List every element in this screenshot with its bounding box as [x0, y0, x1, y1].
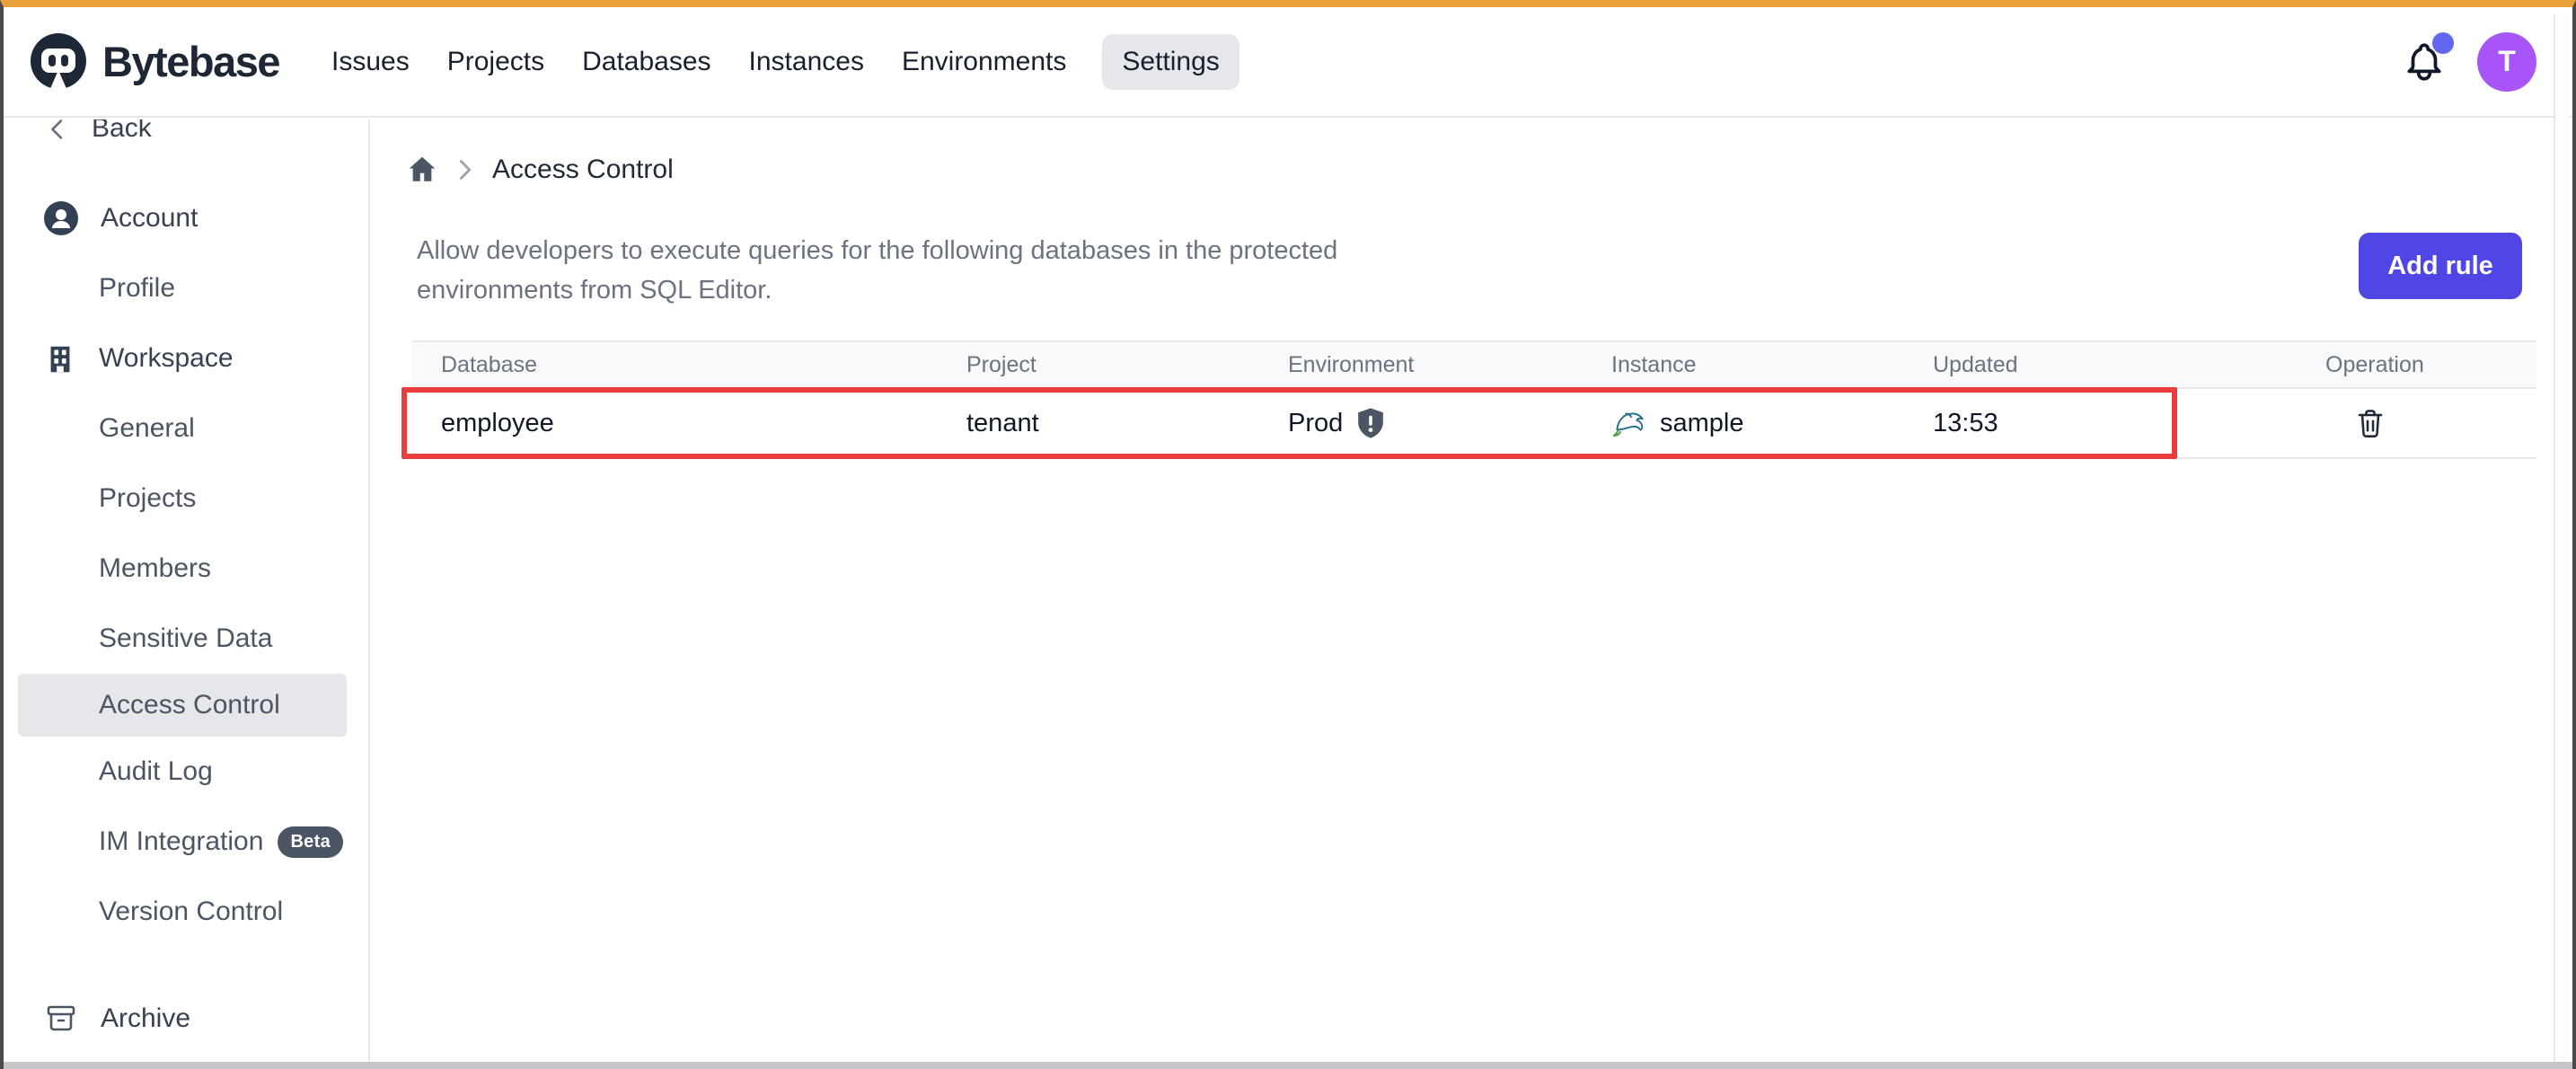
instance-name: sample [1660, 409, 1744, 438]
sidebar-item-label: General [99, 413, 195, 444]
cell-operation [2297, 407, 2536, 439]
notification-bell-button[interactable] [2402, 40, 2447, 84]
column-header-updated: Updated [1904, 352, 2297, 378]
sidebar-section-workspace: Workspace [4, 323, 368, 393]
sidebar-item-profile[interactable]: Profile [4, 253, 368, 323]
settings-sidebar: Back Account Profile [4, 119, 370, 1062]
table-header-row: Database Project Environment Instance Up… [412, 340, 2536, 389]
column-header-project: Project [938, 352, 1259, 378]
add-rule-button[interactable]: Add rule [2359, 233, 2522, 299]
brand-name: Bytebase [102, 37, 279, 86]
nav-item-projects[interactable]: Projects [446, 34, 546, 90]
cell-instance: sample [1583, 404, 1904, 442]
top-navigation-bar: Bytebase Issues Projects Databases Insta… [4, 7, 2572, 118]
building-icon [43, 341, 77, 375]
main-content: Access Control Allow developers to execu… [374, 127, 2572, 1062]
nav-item-databases[interactable]: Databases [580, 34, 712, 90]
column-header-instance: Instance [1583, 352, 1904, 378]
sidebar-section-account: Account [4, 183, 368, 253]
nav-item-instances[interactable]: Instances [747, 34, 866, 90]
sidebar-item-sensitive-data[interactable]: Sensitive Data [4, 604, 368, 674]
sidebar-item-im-integration[interactable]: IM Integration Beta [4, 807, 368, 877]
mysql-dolphin-icon [1611, 404, 1649, 442]
sidebar-item-version-control[interactable]: Version Control [4, 877, 368, 947]
main-nav: Issues Projects Databases Instances Envi… [330, 34, 1239, 90]
nav-item-issues[interactable]: Issues [330, 34, 411, 90]
breadcrumb: Access Control [406, 154, 674, 186]
sidebar-item-label: Access Control [99, 690, 280, 720]
column-header-database: Database [412, 352, 938, 378]
back-label: Back [92, 119, 152, 144]
notification-dot [2432, 32, 2454, 54]
page-description: Allow developers to execute queries for … [417, 231, 1450, 310]
sidebar-item-label: Sensitive Data [99, 623, 272, 654]
cell-updated: 13:53 [1904, 409, 2297, 438]
sidebar-menu: Account Profile Workspace [4, 183, 368, 947]
table-row: employee tenant Prod [412, 389, 2536, 459]
cell-project: tenant [938, 409, 1259, 438]
horizontal-scrollbar[interactable] [4, 1062, 2572, 1069]
back-button[interactable]: Back [4, 119, 368, 150]
sidebar-item-archive[interactable]: Archive [4, 992, 190, 1046]
delete-rule-button[interactable] [2354, 407, 2386, 439]
sidebar-item-projects[interactable]: Projects [4, 464, 368, 534]
sidebar-item-label: Members [99, 553, 211, 584]
chevron-left-icon [45, 119, 72, 142]
page-title: Access Control [492, 155, 674, 185]
nav-item-settings[interactable]: Settings [1102, 34, 1239, 90]
sidebar-item-members[interactable]: Members [4, 534, 368, 604]
user-avatar[interactable]: T [2477, 32, 2536, 92]
sidebar-item-label: Projects [99, 483, 196, 514]
sidebar-item-general[interactable]: General [4, 393, 368, 464]
app-window: Bytebase Issues Projects Databases Insta… [0, 0, 2576, 1069]
nav-right-controls: T [2402, 32, 2536, 92]
column-header-environment: Environment [1259, 352, 1583, 378]
archive-label: Archive [101, 1003, 190, 1034]
bytebase-logo-icon [27, 31, 90, 93]
nav-item-environments[interactable]: Environments [900, 34, 1068, 90]
sidebar-section-label: Workspace [99, 343, 234, 374]
trash-icon [2354, 407, 2386, 439]
cell-environment: Prod [1259, 407, 1583, 439]
sidebar-item-label: Profile [99, 273, 175, 304]
home-icon[interactable] [406, 154, 438, 186]
sidebar-item-label: Audit Log [99, 756, 213, 787]
sidebar-item-label: IM Integration [99, 826, 263, 857]
archive-box-icon [43, 1001, 79, 1037]
chevron-right-icon [456, 158, 474, 181]
sidebar-item-label: Version Control [99, 897, 283, 927]
beta-badge: Beta [278, 826, 343, 858]
cell-database: employee [412, 409, 938, 438]
shield-exclamation-icon [1355, 407, 1386, 439]
sidebar-item-audit-log[interactable]: Audit Log [4, 737, 368, 807]
environment-name: Prod [1288, 409, 1343, 438]
user-circle-icon [43, 200, 79, 236]
vertical-scrollbar-track[interactable] [2554, 14, 2569, 1062]
column-header-operation: Operation [2297, 352, 2536, 378]
access-rules-table: Database Project Environment Instance Up… [412, 340, 2536, 459]
sidebar-item-access-control[interactable]: Access Control [18, 674, 347, 737]
sidebar-section-label: Account [101, 203, 198, 234]
bytebase-logo[interactable]: Bytebase [27, 31, 279, 93]
